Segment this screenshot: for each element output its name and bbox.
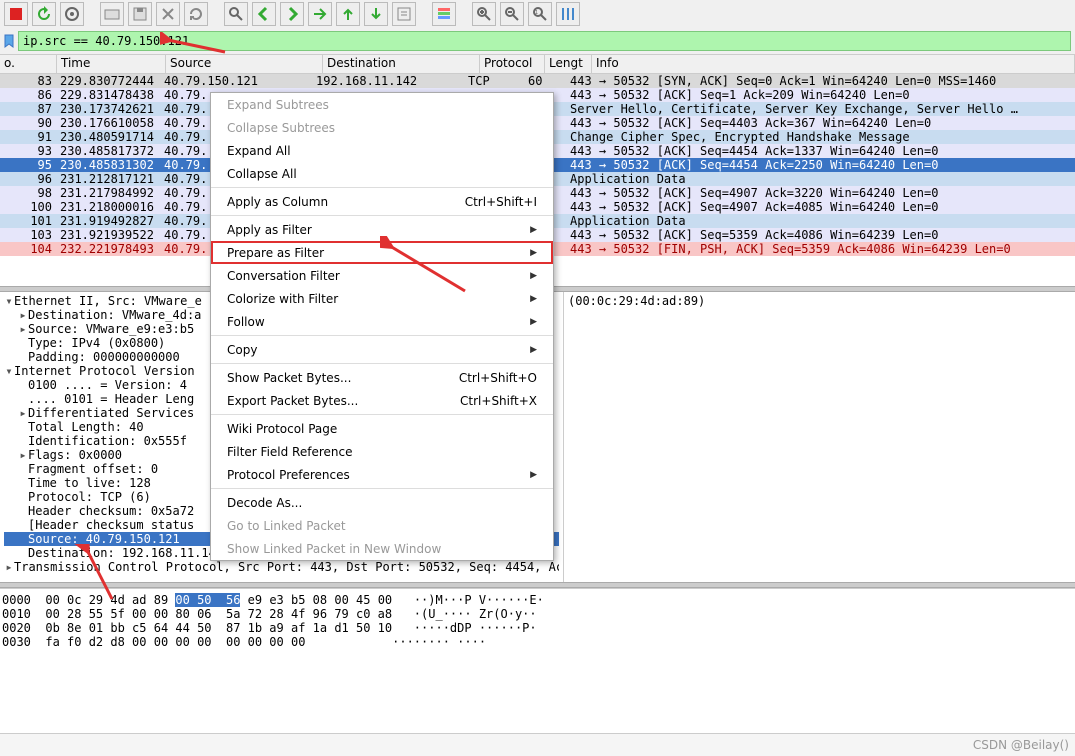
- col-proto[interactable]: Protocol: [480, 55, 545, 73]
- menu-decode-as[interactable]: Decode As...: [211, 491, 553, 514]
- menu-field-ref[interactable]: Filter Field Reference: [211, 440, 553, 463]
- watermark: CSDN @Beilay(): [973, 738, 1069, 752]
- context-menu: Expand Subtrees Collapse Subtrees Expand…: [210, 92, 554, 561]
- filter-bar: [0, 28, 1075, 54]
- menu-show-packet-bytes[interactable]: Show Packet Bytes...Ctrl+Shift+O: [211, 366, 553, 389]
- side-text: (00:0c:29:4d:ad:89): [568, 294, 705, 308]
- side-pane: (00:0c:29:4d:ad:89): [564, 292, 1075, 582]
- hex-line[interactable]: 0030 fa f0 d2 d8 00 00 00 00 00 00 00 00…: [2, 635, 1073, 649]
- packet-list-header: o. Time Source Destination Protocol Leng…: [0, 54, 1075, 74]
- shortcut-label: Ctrl+Shift+X: [460, 394, 537, 408]
- col-no[interactable]: o.: [0, 55, 57, 73]
- hex-dump[interactable]: 0000 00 0c 29 4d ad 89 00 50 56 e9 e3 b5…: [0, 588, 1075, 661]
- menu-collapse-all[interactable]: Collapse All: [211, 162, 553, 185]
- col-dst[interactable]: Destination: [323, 55, 480, 73]
- menu-colorize-filter[interactable]: Colorize with Filter▶: [211, 287, 553, 310]
- submenu-arrow-icon: ▶: [530, 225, 537, 235]
- menu-wiki[interactable]: Wiki Protocol Page: [211, 417, 553, 440]
- menu-expand-subtrees: Expand Subtrees: [211, 93, 553, 116]
- resize-columns-button[interactable]: [556, 2, 580, 26]
- menu-show-linked: Show Linked Packet in New Window: [211, 537, 553, 560]
- open-file-button[interactable]: [100, 2, 124, 26]
- reload-button[interactable]: [184, 2, 208, 26]
- submenu-arrow-icon: ▶: [530, 345, 537, 355]
- menu-copy[interactable]: Copy▶: [211, 338, 553, 361]
- close-file-button[interactable]: [156, 2, 180, 26]
- submenu-arrow-icon: ▶: [530, 470, 537, 480]
- restart-capture-button[interactable]: [32, 2, 56, 26]
- bookmark-icon[interactable]: [4, 34, 14, 48]
- back-button[interactable]: [252, 2, 276, 26]
- menu-follow[interactable]: Follow▶: [211, 310, 553, 333]
- svg-text:1: 1: [535, 10, 538, 16]
- toolbar: 1: [0, 0, 1075, 28]
- forward-button[interactable]: [280, 2, 304, 26]
- zoom-out-button[interactable]: [500, 2, 524, 26]
- menu-apply-column[interactable]: Apply as ColumnCtrl+Shift+I: [211, 190, 553, 213]
- submenu-arrow-icon: ▶: [530, 294, 537, 304]
- packet-row[interactable]: 83229.83077244440.79.150.121192.168.11.1…: [0, 74, 1075, 88]
- menu-go-linked: Go to Linked Packet: [211, 514, 553, 537]
- save-file-button[interactable]: [128, 2, 152, 26]
- col-info[interactable]: Info: [592, 55, 1075, 73]
- find-button[interactable]: [224, 2, 248, 26]
- goto-button[interactable]: [308, 2, 332, 26]
- menu-export-packet-bytes[interactable]: Export Packet Bytes...Ctrl+Shift+X: [211, 389, 553, 412]
- hex-line[interactable]: 0000 00 0c 29 4d ad 89 00 50 56 e9 e3 b5…: [2, 593, 1073, 607]
- colorize-button[interactable]: [432, 2, 456, 26]
- hex-line[interactable]: 0020 0b 8e 01 bb c5 64 44 50 87 1b a9 af…: [2, 621, 1073, 635]
- menu-protocol-prefs[interactable]: Protocol Preferences▶: [211, 463, 553, 486]
- menu-apply-filter[interactable]: Apply as Filter▶: [211, 218, 553, 241]
- stop-capture-button[interactable]: [4, 2, 28, 26]
- menu-collapse-subtrees: Collapse Subtrees: [211, 116, 553, 139]
- menu-expand-all[interactable]: Expand All: [211, 139, 553, 162]
- zoom-reset-button[interactable]: 1: [528, 2, 552, 26]
- submenu-arrow-icon: ▶: [530, 248, 537, 258]
- autoscroll-button[interactable]: [392, 2, 416, 26]
- shortcut-label: Ctrl+Shift+I: [465, 195, 537, 209]
- go-first-button[interactable]: [336, 2, 360, 26]
- options-button[interactable]: [60, 2, 84, 26]
- display-filter-input[interactable]: [18, 31, 1071, 51]
- submenu-arrow-icon: ▶: [530, 271, 537, 281]
- go-last-button[interactable]: [364, 2, 388, 26]
- col-src[interactable]: Source: [166, 55, 323, 73]
- col-len[interactable]: Lengt: [545, 55, 592, 73]
- tree-line[interactable]: ▸Transmission Control Protocol, Src Port…: [4, 560, 559, 574]
- shortcut-label: Ctrl+Shift+O: [459, 371, 537, 385]
- zoom-in-button[interactable]: [472, 2, 496, 26]
- col-time[interactable]: Time: [57, 55, 166, 73]
- hex-line[interactable]: 0010 00 28 55 5f 00 00 80 06 5a 72 28 4f…: [2, 607, 1073, 621]
- menu-conversation-filter[interactable]: Conversation Filter▶: [211, 264, 553, 287]
- submenu-arrow-icon: ▶: [530, 317, 537, 327]
- menu-prepare-filter[interactable]: Prepare as Filter▶: [211, 241, 553, 264]
- status-bar: [0, 733, 1075, 756]
